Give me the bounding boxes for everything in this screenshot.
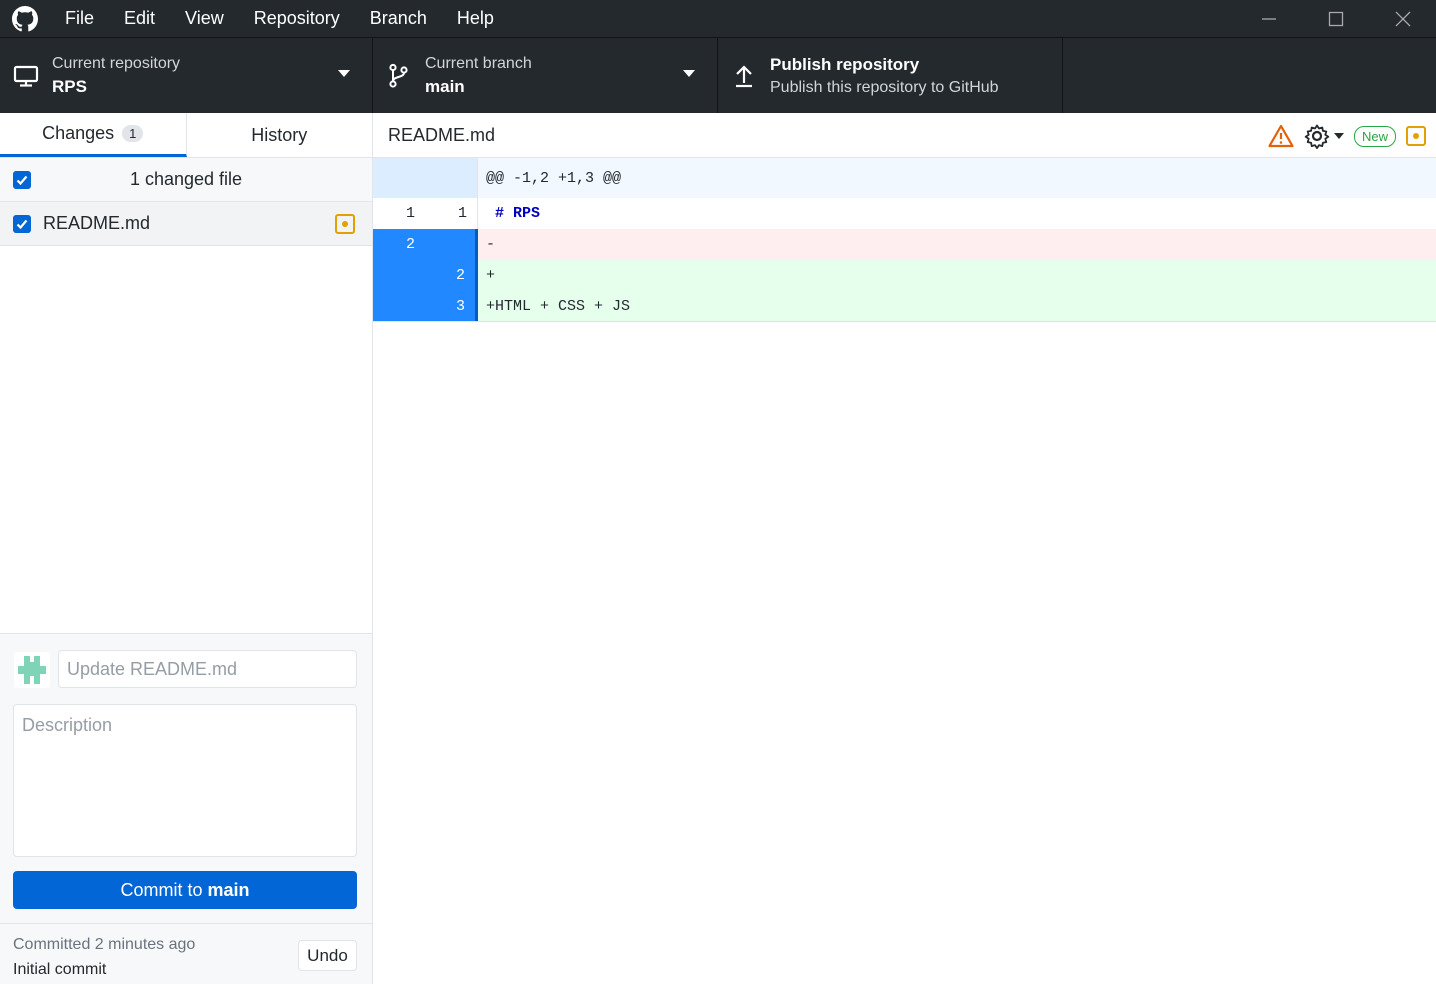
menu-file[interactable]: File bbox=[50, 0, 109, 37]
close-window-button[interactable] bbox=[1369, 0, 1436, 37]
check-icon bbox=[16, 219, 28, 229]
old-line-number bbox=[373, 260, 425, 291]
check-icon bbox=[16, 175, 28, 185]
current-repository-dropdown[interactable]: Current repository RPS bbox=[0, 38, 373, 113]
menu-view[interactable]: View bbox=[170, 0, 239, 37]
warning-icon[interactable] bbox=[1268, 124, 1294, 148]
sidebar-tabs: Changes 1 History bbox=[0, 113, 372, 158]
tab-changes[interactable]: Changes 1 bbox=[0, 113, 187, 157]
github-logo-icon bbox=[0, 5, 50, 32]
last-commit-time: Committed 2 minutes ago bbox=[13, 936, 196, 953]
tab-history[interactable]: History bbox=[187, 113, 373, 157]
changed-files-count: 1 changed file bbox=[129, 169, 243, 189]
tab-changes-label: Changes bbox=[42, 123, 115, 143]
caret-down-icon[interactable] bbox=[1333, 133, 1344, 139]
commit-button-prefix: Commit to bbox=[120, 879, 203, 900]
changed-file-row[interactable]: README.md bbox=[0, 202, 372, 246]
commit-button[interactable]: Commit to main bbox=[13, 871, 357, 909]
upload-icon bbox=[718, 63, 770, 89]
sidebar: Changes 1 History 1 changed file README.… bbox=[0, 113, 373, 984]
new-line-number bbox=[425, 229, 478, 260]
changed-files-header: 1 changed file bbox=[0, 158, 372, 202]
diff-content: @@ -1,2 +1,3 @@ 1 1 # RPS 2 - 2 + 3 +HTM… bbox=[373, 158, 1436, 322]
caret-down-icon bbox=[338, 70, 350, 77]
file-checkbox[interactable] bbox=[13, 214, 31, 233]
select-all-checkbox[interactable] bbox=[13, 170, 31, 189]
diff-line-context[interactable]: 1 1 # RPS bbox=[373, 198, 1436, 229]
close-icon bbox=[1395, 11, 1410, 26]
diff-file-name: README.md bbox=[388, 124, 496, 145]
diff-line-text: +HTML + CSS + JS bbox=[486, 297, 631, 315]
undo-button[interactable]: Undo bbox=[298, 940, 357, 971]
desktop-icon bbox=[0, 64, 52, 88]
repo-value: RPS bbox=[52, 76, 87, 96]
diff-line-text: - bbox=[486, 236, 496, 253]
diff-line-text: + bbox=[486, 267, 496, 284]
diff-line-text: # RPS bbox=[486, 205, 541, 222]
minimize-icon bbox=[1261, 17, 1276, 20]
menu-help[interactable]: Help bbox=[442, 0, 509, 37]
old-line-number bbox=[373, 291, 425, 321]
maximize-button[interactable] bbox=[1302, 0, 1369, 37]
file-modified-icon bbox=[335, 213, 355, 234]
changed-file-name: README.md bbox=[43, 213, 151, 233]
menu-branch[interactable]: Branch bbox=[355, 0, 442, 37]
file-modified-icon bbox=[1406, 126, 1426, 146]
commit-form: Commit to main bbox=[0, 633, 372, 923]
last-commit-message: Initial commit bbox=[13, 961, 107, 978]
menu-edit[interactable]: Edit bbox=[109, 0, 170, 37]
publish-label: Publish repository bbox=[770, 54, 920, 74]
undo-commit-area: Committed 2 minutes ago Initial commit U… bbox=[0, 923, 372, 984]
branch-label: Current branch bbox=[425, 54, 532, 72]
diff-line-deleted[interactable]: 2 - bbox=[373, 229, 1436, 260]
caret-down-icon bbox=[683, 70, 695, 77]
tab-history-label: History bbox=[251, 124, 308, 145]
publish-description: Publish this repository to GitHub bbox=[770, 78, 999, 96]
new-line-number: 3 bbox=[425, 291, 478, 321]
toolbar: Current repository RPS Current branch ma… bbox=[0, 37, 1436, 113]
diff-hunk-header: @@ -1,2 +1,3 @@ bbox=[373, 158, 1436, 198]
menu-repository[interactable]: Repository bbox=[239, 0, 355, 37]
gear-icon[interactable] bbox=[1304, 123, 1330, 149]
publish-repository-button[interactable]: Publish repository Publish this reposito… bbox=[718, 38, 1063, 113]
maximize-icon bbox=[1328, 11, 1343, 26]
commit-description-input[interactable] bbox=[13, 704, 357, 857]
new-line-number: 1 bbox=[425, 198, 478, 229]
diff-line-added[interactable]: 3 +HTML + CSS + JS bbox=[373, 291, 1436, 322]
changes-count-badge: 1 bbox=[122, 125, 144, 142]
new-line-number: 2 bbox=[425, 260, 478, 291]
branch-value: main bbox=[425, 76, 465, 96]
diff-line-added[interactable]: 2 + bbox=[373, 260, 1436, 291]
minimize-button[interactable] bbox=[1235, 0, 1302, 37]
old-line-number: 2 bbox=[373, 229, 425, 260]
current-branch-dropdown[interactable]: Current branch main bbox=[373, 38, 718, 113]
old-line-number: 1 bbox=[405, 205, 415, 222]
title-bar: File Edit View Repository Branch Help bbox=[0, 0, 1436, 37]
diff-view: README.md New @@ -1,2 +1,3 @@ 1 1 # RPS … bbox=[373, 113, 1436, 984]
hunk-text: @@ -1,2 +1,3 @@ bbox=[486, 169, 622, 187]
repo-label: Current repository bbox=[52, 54, 181, 72]
git-branch-icon bbox=[373, 63, 425, 89]
new-badge: New bbox=[1353, 125, 1396, 147]
commit-button-branch: main bbox=[207, 879, 250, 900]
commit-summary-input[interactable] bbox=[58, 650, 357, 688]
diff-file-header: README.md New bbox=[373, 113, 1436, 158]
avatar bbox=[14, 652, 50, 688]
